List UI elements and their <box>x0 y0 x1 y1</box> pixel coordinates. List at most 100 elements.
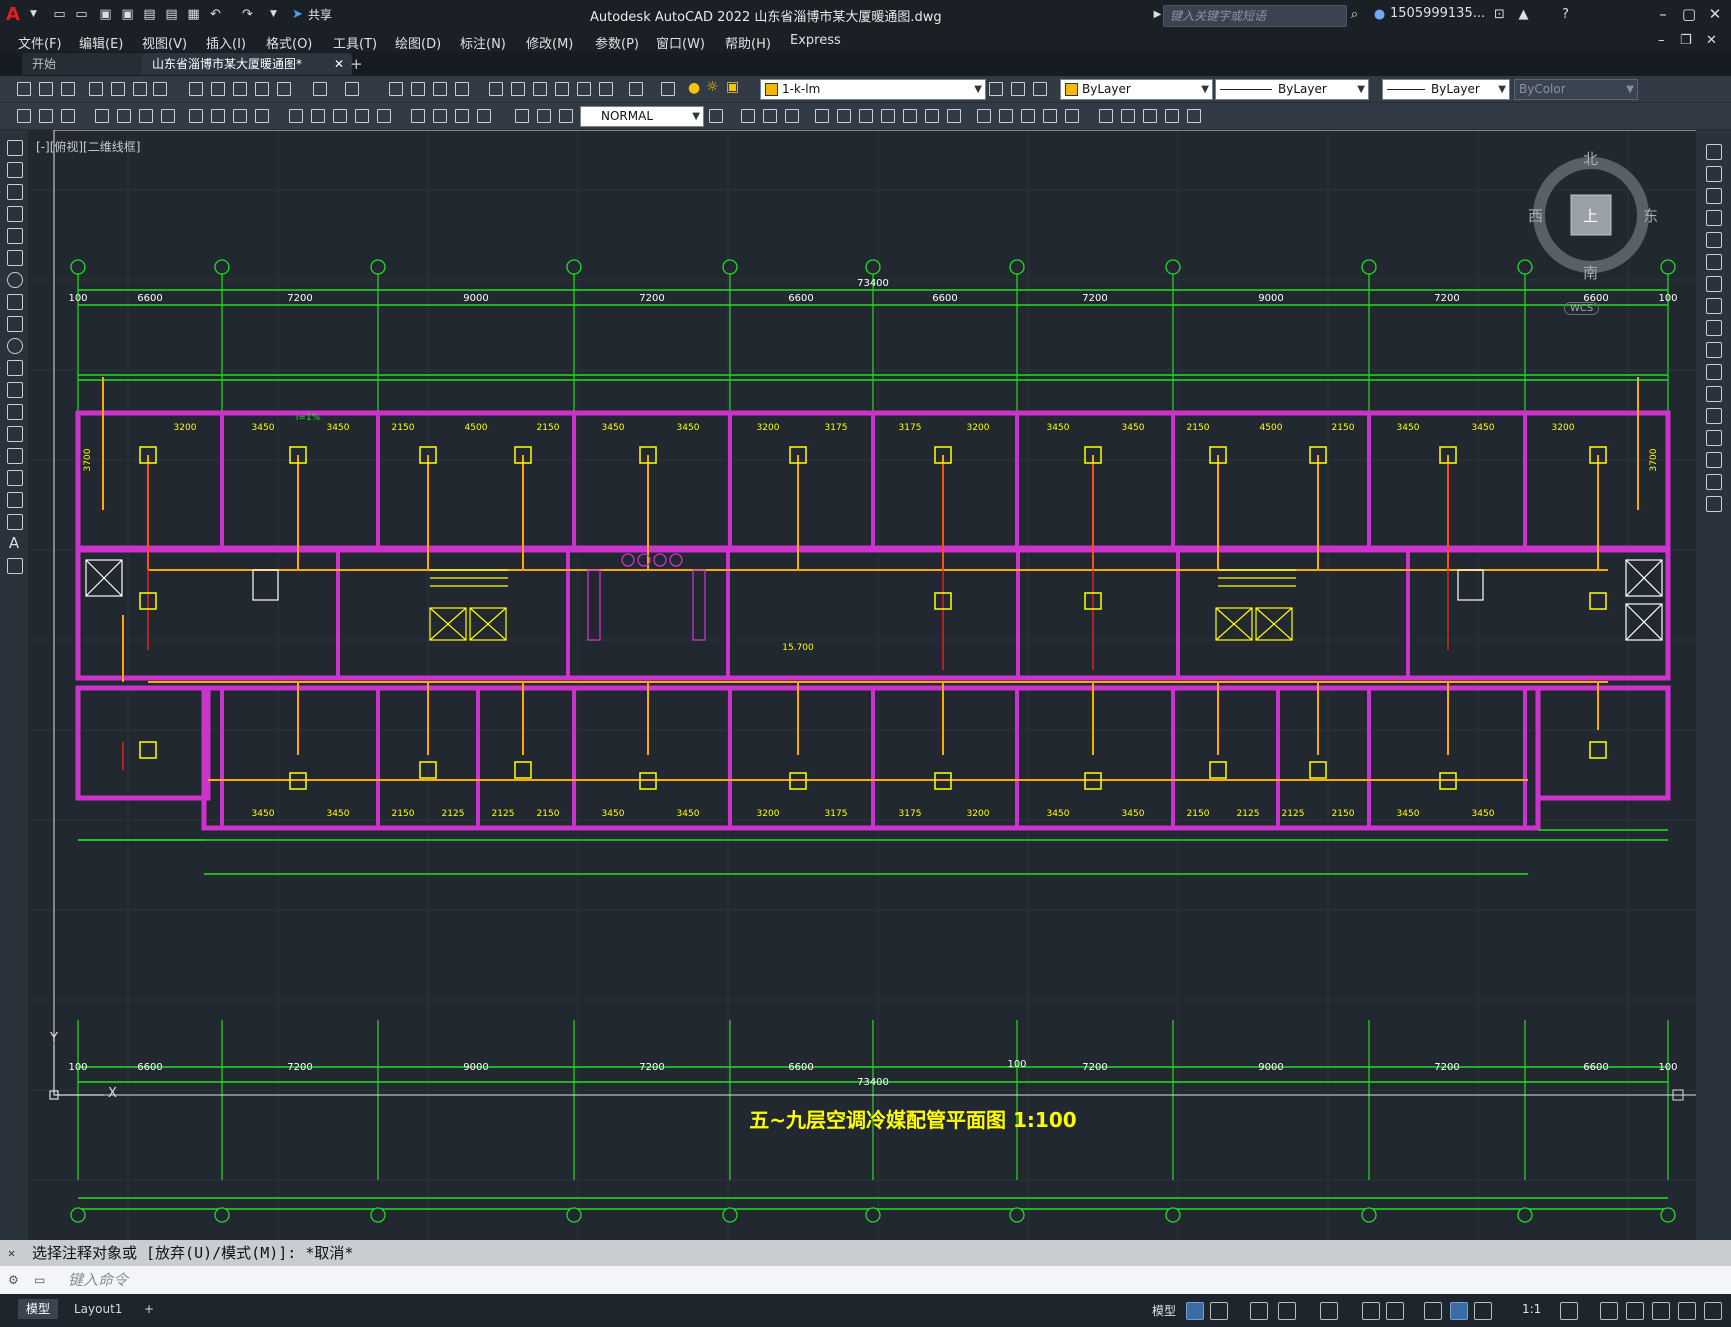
doc-minimize-icon[interactable]: – <box>1658 33 1665 48</box>
move-palette-icon[interactable] <box>1706 254 1722 270</box>
block-editor-icon[interactable] <box>274 79 292 97</box>
maximize-icon[interactable]: ▢ <box>1678 4 1700 24</box>
pan-icon[interactable] <box>386 79 404 97</box>
trim-palette-icon[interactable] <box>1706 342 1722 358</box>
import-icon[interactable]: ▤ <box>164 7 179 22</box>
tab-close-icon[interactable]: ✕ <box>334 53 344 75</box>
customize-quick-access-icon[interactable]: ▼ <box>266 7 281 22</box>
search-icon[interactable]: ⌕ <box>1347 7 1362 22</box>
ellipse-icon[interactable] <box>7 338 23 354</box>
matchprop-icon[interactable] <box>252 79 270 97</box>
zoom-previous-icon[interactable] <box>452 79 470 97</box>
gradient-icon[interactable] <box>7 470 23 486</box>
autocad-logo-icon[interactable]: A <box>6 5 20 25</box>
object-snap-icon[interactable] <box>1386 1302 1404 1320</box>
copy-icon[interactable] <box>208 79 226 97</box>
layer-unlock-icon[interactable]: ▣ <box>726 79 739 95</box>
add-selected-icon[interactable] <box>7 558 23 574</box>
save-icon[interactable]: ▣ <box>98 7 113 22</box>
rotate-icon[interactable] <box>878 106 896 124</box>
drawing-canvas[interactable]: [-][俯视][二维线框] 100 6600 7200 9000 7200 66… <box>28 130 1696 1240</box>
save-toolbar-icon[interactable] <box>58 79 76 97</box>
zoom-window-icon[interactable] <box>430 79 448 97</box>
menu-file[interactable]: 文件(F) <box>18 33 62 52</box>
tab-start[interactable]: 开始 <box>22 53 157 75</box>
linetype-dropdown[interactable]: ByLayer ▼ <box>1215 79 1369 100</box>
stretch-icon[interactable] <box>922 106 940 124</box>
menu-dimension[interactable]: 标注(N) <box>460 33 506 52</box>
stretch-palette-icon[interactable] <box>1706 320 1722 336</box>
angular-dim-icon[interactable] <box>252 106 270 124</box>
viewcube-south[interactable]: 南 <box>1583 262 1598 283</box>
linear-dim-icon[interactable] <box>92 106 110 124</box>
3d-print-icon[interactable] <box>150 79 168 97</box>
grid-icon[interactable] <box>1186 1302 1204 1320</box>
doc-restore-icon[interactable]: ❐ <box>1680 33 1692 48</box>
properties-match-icon[interactable] <box>1184 106 1202 124</box>
mirror-palette-icon[interactable] <box>1706 188 1722 204</box>
menu-format[interactable]: 格式(O) <box>266 33 312 52</box>
units-icon[interactable] <box>1626 1302 1644 1320</box>
offset-palette-icon[interactable] <box>1706 210 1722 226</box>
revcloud-icon[interactable] <box>7 294 23 310</box>
continue-dim-icon[interactable] <box>330 106 348 124</box>
quick-select-icon[interactable] <box>14 106 32 124</box>
markup-icon[interactable] <box>574 79 592 97</box>
layer-properties-icon[interactable] <box>658 79 676 97</box>
menu-view[interactable]: 视图(V) <box>142 33 187 52</box>
dim-space-icon[interactable] <box>352 106 370 124</box>
arc-length-icon[interactable] <box>136 106 154 124</box>
region-icon[interactable] <box>7 492 23 508</box>
clean-screen-icon[interactable] <box>1678 1302 1696 1320</box>
menu-express[interactable]: Express <box>790 33 841 48</box>
layer-state-icon[interactable] <box>1030 79 1048 97</box>
copy-object-icon[interactable] <box>760 106 778 124</box>
center-mark-icon[interactable] <box>430 106 448 124</box>
draworder-icon[interactable] <box>1118 106 1136 124</box>
plot-icon[interactable]: ▦ <box>186 7 201 22</box>
dim-break-icon[interactable] <box>374 106 392 124</box>
move-icon[interactable] <box>856 106 874 124</box>
radius-dim-icon[interactable] <box>186 106 204 124</box>
ordinate-dim-icon[interactable] <box>158 106 176 124</box>
sheet-set-icon[interactable] <box>552 79 570 97</box>
chamfer-palette-icon[interactable] <box>1706 430 1722 446</box>
make-block-icon[interactable] <box>7 404 23 420</box>
jogged-dim-icon[interactable] <box>208 106 226 124</box>
app-menu-chevron-icon[interactable]: ▼ <box>26 7 41 22</box>
open-icon[interactable] <box>36 79 54 97</box>
rotate-palette-icon[interactable] <box>1706 276 1722 292</box>
hatch-icon[interactable] <box>7 448 23 464</box>
autodesk-a360-icon[interactable]: ▲ <box>1516 7 1531 22</box>
command-input[interactable]: 键入命令 <box>68 1266 128 1294</box>
polar-icon[interactable] <box>1278 1302 1296 1320</box>
redo-icon[interactable]: ↷ <box>240 7 255 22</box>
open-file-icon[interactable]: ▭ <box>74 7 89 22</box>
layer-dropdown[interactable]: 1-k-lm ▼ <box>760 79 986 100</box>
user-icon[interactable]: ● <box>1372 7 1387 22</box>
customize-command-icon[interactable]: ⚙ <box>8 1266 19 1294</box>
text-edit-icon[interactable] <box>1140 106 1158 124</box>
ellipse-arc-icon[interactable] <box>7 360 23 376</box>
menu-insert[interactable]: 插入(I) <box>206 33 246 52</box>
erase-icon[interactable] <box>738 106 756 124</box>
annotation-scale[interactable]: 1:1 <box>1522 1302 1541 1316</box>
join-palette-icon[interactable] <box>1706 408 1722 424</box>
diameter-dim-icon[interactable] <box>230 106 248 124</box>
menu-edit[interactable]: 编辑(E) <box>79 33 123 52</box>
find-icon[interactable] <box>1162 106 1180 124</box>
insert-block-icon[interactable] <box>7 382 23 398</box>
tolerance-icon[interactable] <box>408 106 426 124</box>
color-dropdown[interactable]: ByLayer ▼ <box>1060 79 1213 100</box>
make-current-layer-icon[interactable] <box>986 79 1004 97</box>
layer-previous-icon[interactable] <box>1008 79 1026 97</box>
preview-icon[interactable] <box>108 79 126 97</box>
auto-scale-icon[interactable] <box>1474 1302 1492 1320</box>
copy-palette-icon[interactable] <box>1706 166 1722 182</box>
add-layout-icon[interactable]: + <box>136 1299 162 1319</box>
point-icon[interactable] <box>7 426 23 442</box>
ortho-icon[interactable] <box>1250 1302 1268 1320</box>
new-tab-icon[interactable]: + <box>350 55 363 73</box>
annotation-monitor-icon[interactable] <box>1600 1302 1618 1320</box>
circle-icon[interactable] <box>7 272 23 288</box>
